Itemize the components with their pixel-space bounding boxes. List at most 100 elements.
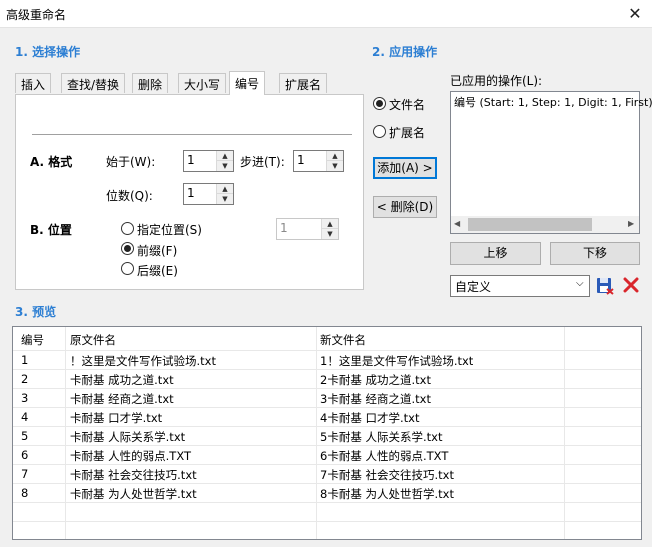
new-filename: 7卡耐基 社会交往技巧.txt: [320, 468, 454, 482]
new-filename: 4卡耐基 口才学.txt: [320, 411, 420, 425]
position-stepper[interactable]: 1 ▲ ▼: [276, 218, 339, 240]
table-row[interactable]: 1 ！这里是文件写作试验场.txt 1！这里是文件写作试验场.txt: [13, 351, 641, 370]
row-number: 1: [21, 353, 29, 367]
applied-label: 已应用的操作(L):: [450, 74, 543, 88]
table-row[interactable]: 6 卡耐基 人性的弱点.TXT 6卡耐基 人性的弱点.TXT: [13, 446, 641, 465]
row-number: 3: [21, 391, 29, 405]
step-arrows: ▲ ▼: [326, 151, 343, 171]
original-filename: 卡耐基 成功之道.txt: [70, 373, 174, 387]
table-row[interactable]: 5 卡耐基 人际关系学.txt 5卡耐基 人际关系学.txt: [13, 427, 641, 446]
start-stepper[interactable]: 1 ▲ ▼: [183, 150, 234, 172]
window-title: 高级重命名: [6, 8, 67, 22]
new-filename: 1！这里是文件写作试验场.txt: [320, 354, 474, 368]
row-number: 8: [21, 486, 29, 500]
start-value: 1: [187, 153, 195, 167]
row-number: 5: [21, 429, 29, 443]
tab-extension[interactable]: 扩展名: [279, 73, 328, 93]
move-up-button[interactable]: 上移: [450, 242, 541, 265]
original-filename: 卡耐基 人际关系学.txt: [70, 430, 186, 444]
start-down-arrow-icon[interactable]: ▼: [217, 161, 233, 171]
table-row-empty: [13, 522, 641, 539]
new-filename: 2卡耐基 成功之道.txt: [320, 373, 431, 387]
tab-delete[interactable]: 删除: [132, 73, 169, 93]
row-number: 7: [21, 467, 29, 481]
specified-position-label: 指定位置(S): [137, 223, 202, 237]
column-header-original[interactable]: 原文件名: [70, 332, 116, 348]
applied-item[interactable]: 编号 (Start: 1, Step: 1, Digit: 1, First): [454, 94, 652, 110]
start-label: 始于(W):: [106, 155, 156, 169]
tab-insert[interactable]: 插入: [15, 73, 52, 93]
start-arrows: ▲ ▼: [216, 151, 233, 171]
digits-down-arrow-icon[interactable]: ▼: [217, 194, 233, 204]
close-button[interactable]: ✕: [624, 3, 646, 25]
position-down-arrow-icon[interactable]: ▼: [322, 229, 338, 239]
original-filename: 卡耐基 社会交往技巧.txt: [70, 468, 197, 482]
radio-specified-position[interactable]: [121, 222, 134, 235]
digits-up-arrow-icon[interactable]: ▲: [217, 184, 233, 194]
applied-list-scrollbar[interactable]: ◀ ▶: [451, 216, 639, 233]
radio-filename[interactable]: [373, 97, 386, 110]
row-number: 6: [21, 448, 29, 462]
original-filename: 卡耐基 人性的弱点.TXT: [70, 449, 192, 463]
tab-case[interactable]: 大小写: [178, 73, 227, 93]
position-value: 1: [280, 221, 288, 235]
table-row[interactable]: 3 卡耐基 经商之道.txt 3卡耐基 经商之道.txt: [13, 389, 641, 408]
table-row[interactable]: 8 卡耐基 为人处世哲学.txt 8卡耐基 为人处世哲学.txt: [13, 484, 641, 503]
step-value: 1: [297, 153, 305, 167]
chevron-down-icon: ⌵: [576, 278, 584, 289]
radio-extension[interactable]: [373, 125, 386, 138]
table-row[interactable]: 4 卡耐基 口才学.txt 4卡耐基 口才学.txt: [13, 408, 641, 427]
original-filename: 卡耐基 为人处世哲学.txt: [70, 487, 197, 501]
save-preset-button[interactable]: [595, 275, 615, 295]
tab-numbering[interactable]: 编号: [229, 71, 266, 95]
suffix-label: 后缀(E): [137, 264, 178, 278]
column-header-new[interactable]: 新文件名: [320, 332, 366, 348]
digits-stepper[interactable]: 1 ▲ ▼: [183, 183, 234, 205]
digits-value: 1: [187, 186, 195, 200]
move-down-button[interactable]: 下移: [550, 242, 640, 265]
step-stepper[interactable]: 1 ▲ ▼: [293, 150, 344, 172]
radio-prefix[interactable]: [121, 242, 134, 255]
table-row[interactable]: 7 卡耐基 社会交往技巧.txt 7卡耐基 社会交往技巧.txt: [13, 465, 641, 484]
original-filename: 卡耐基 经商之道.txt: [70, 392, 174, 406]
step-label: 步进(T):: [240, 155, 285, 169]
original-filename: ！这里是文件写作试验场.txt: [70, 354, 216, 368]
section-apply-title: 2. 应用操作: [372, 45, 438, 59]
new-filename: 5卡耐基 人际关系学.txt: [320, 430, 443, 444]
prefix-label: 前缀(F): [137, 244, 178, 258]
delete-preset-button[interactable]: [621, 275, 641, 295]
row-number: 2: [21, 372, 29, 386]
add-button[interactable]: 添加(A) >: [373, 157, 437, 179]
close-icon: ✕: [628, 4, 642, 23]
position-up-arrow-icon[interactable]: ▲: [322, 219, 338, 229]
digits-label: 位数(Q):: [106, 189, 153, 203]
applied-operations-list[interactable]: 编号 (Start: 1, Step: 1, Digit: 1, First): [450, 91, 652, 234]
step-down-arrow-icon[interactable]: ▼: [327, 161, 343, 171]
extension-label: 扩展名: [389, 126, 426, 140]
preview-table[interactable]: 编号 原文件名 新文件名 1 ！这里是文件写作试验场.txt 1！这里是文件写作…: [12, 326, 642, 540]
tab-find-replace[interactable]: 查找/替换: [61, 73, 126, 93]
step-up-arrow-icon[interactable]: ▲: [327, 151, 343, 161]
filename-label: 文件名: [389, 98, 426, 112]
scroll-right-icon[interactable]: ▶: [628, 219, 634, 228]
delete-icon: [623, 277, 639, 293]
preset-select[interactable]: 自定义 ⌵: [450, 275, 590, 297]
panel-divider: [32, 134, 352, 135]
preset-value: 自定义: [455, 280, 492, 294]
new-filename: 3卡耐基 经商之道.txt: [320, 392, 431, 406]
table-row[interactable]: 2 卡耐基 成功之道.txt 2卡耐基 成功之道.txt: [13, 370, 641, 389]
radio-suffix[interactable]: [121, 262, 134, 275]
section-preview-title: 3. 预览: [15, 305, 57, 319]
section-select-title: 1. 选择操作: [15, 45, 81, 59]
digits-arrows: ▲ ▼: [216, 184, 233, 204]
new-filename: 6卡耐基 人性的弱点.TXT: [320, 449, 449, 463]
scroll-thumb[interactable]: [468, 218, 592, 231]
scroll-left-icon[interactable]: ◀: [454, 219, 460, 228]
column-header-number[interactable]: 编号: [21, 332, 44, 348]
position-arrows: ▲ ▼: [321, 219, 338, 239]
table-row-empty: [13, 503, 641, 522]
remove-button[interactable]: < 删除(D): [373, 196, 437, 218]
position-heading: B. 位置: [30, 223, 72, 237]
start-up-arrow-icon[interactable]: ▲: [217, 151, 233, 161]
format-heading: A. 格式: [30, 155, 73, 169]
